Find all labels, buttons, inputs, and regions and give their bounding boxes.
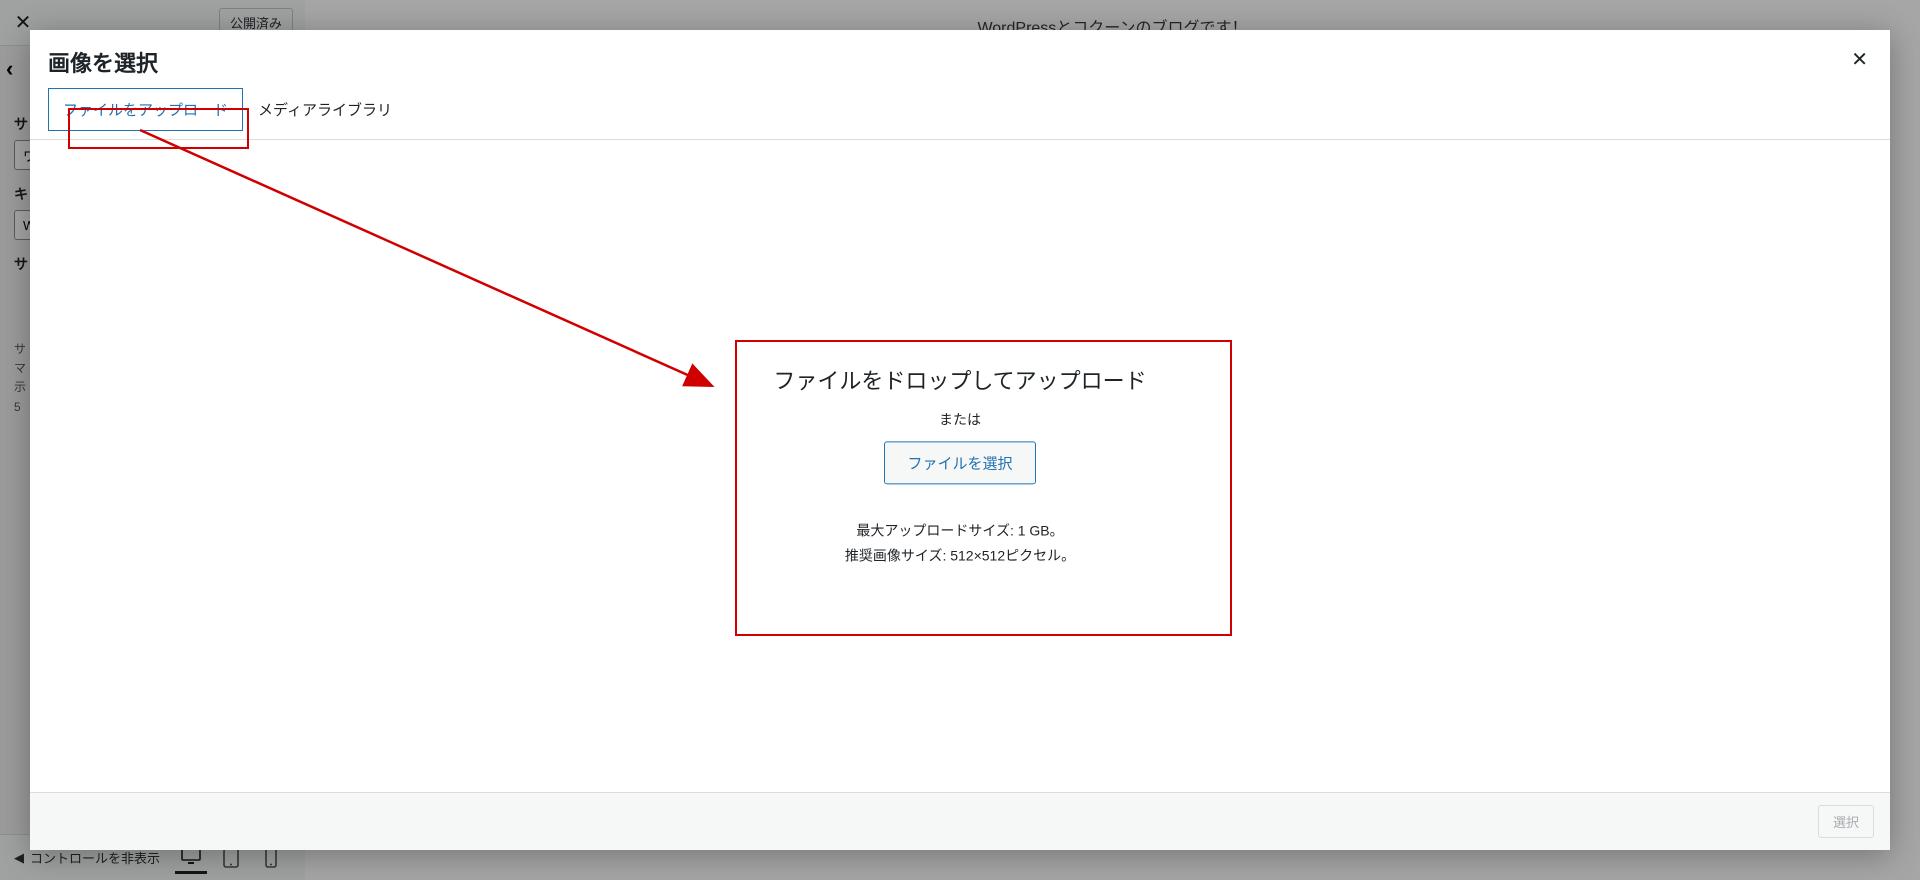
modal-title: 画像を選択 bbox=[48, 46, 1872, 78]
tab-upload-files[interactable]: ファイルをアップロード bbox=[48, 88, 243, 131]
media-modal: 画像を選択 ✕ ファイルをアップロード メディアライブラリ ファイルをドロップし… bbox=[30, 30, 1890, 850]
upload-info: 最大アップロードサイズ: 1 GB。 推奨画像サイズ: 512×512ピクセル。 bbox=[760, 518, 1160, 568]
upload-drop-title: ファイルをドロップしてアップロード bbox=[760, 363, 1160, 395]
upload-or-label: または bbox=[760, 409, 1160, 429]
close-icon: ✕ bbox=[1851, 49, 1868, 71]
select-button[interactable]: 選択 bbox=[1818, 805, 1874, 838]
select-files-button[interactable]: ファイルを選択 bbox=[884, 441, 1035, 484]
modal-close-button[interactable]: ✕ bbox=[1845, 44, 1874, 76]
modal-header: 画像を選択 ✕ ファイルをアップロード メディアライブラリ bbox=[30, 30, 1890, 139]
upload-max-size: 最大アップロードサイズ: 1 GB。 bbox=[760, 518, 1160, 543]
upload-dropzone[interactable]: ファイルをドロップしてアップロード または ファイルを選択 最大アップロードサイ… bbox=[760, 363, 1160, 568]
modal-footer: 選択 bbox=[30, 792, 1890, 850]
upload-recommended-size: 推奨画像サイズ: 512×512ピクセル。 bbox=[760, 544, 1160, 569]
tab-media-library[interactable]: メディアライブラリ bbox=[243, 88, 407, 131]
modal-body: ファイルをドロップしてアップロード または ファイルを選択 最大アップロードサイ… bbox=[30, 139, 1890, 792]
modal-tabs: ファイルをアップロード メディアライブラリ bbox=[48, 88, 1872, 131]
